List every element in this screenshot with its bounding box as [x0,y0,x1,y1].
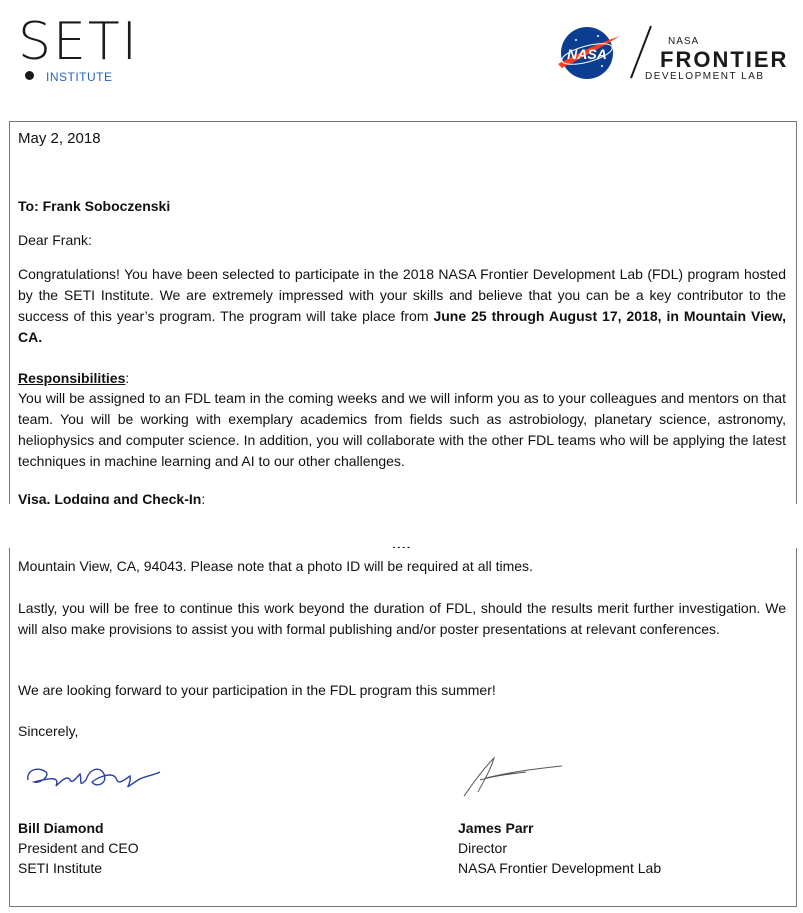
letter-recipient: To: Frank Soboczenski [18,198,171,214]
signatory-2-org: NASA Frontier Development Lab [458,860,662,876]
seti-logo: SETI [18,12,139,72]
letter-salutation: Dear Frank: [18,232,92,248]
visa-colon: : [201,491,206,504]
fdl-logo-title: FRONTIER [660,47,789,72]
visa-heading-line: Visa, Lodging and Check-In: [18,489,786,504]
letter-top-section: May 2, 2018 To: Frank Soboczenski Dear F… [9,121,797,504]
responsibilities-colon: : [125,370,130,386]
james-parr-signature [463,756,563,797]
nasa-logo: NASA [558,27,620,79]
lastly-paragraph: Lastly, you will be free to continue thi… [18,600,786,637]
visa-heading: Visa, Lodging and Check-In [18,491,202,504]
fdl-logo-nasa: NASA [668,36,700,47]
seti-logo-subtitle: INSTITUTE [46,70,113,84]
congratulations-paragraph: Congratulations! You have been selected … [18,264,786,348]
fdl-logo-subtitle: DEVELOPMENT LAB [645,71,765,82]
looking-forward-line: We are looking forward to your participa… [18,682,496,698]
responsibilities-heading-line: Responsibilities: [18,368,786,389]
responsibilities-paragraph: You will be assigned to an FDL team in t… [18,390,786,469]
letter-date: May 2, 2018 [18,130,101,147]
signatory-2-name: James Parr [458,820,534,836]
nasa-logo-text: NASA [567,46,607,62]
bill-diamond-signature [27,768,161,788]
responsibilities-heading: Responsibilities [18,370,126,386]
signatory-2-title: Director [458,840,508,856]
seti-logo-dot [25,71,34,80]
letter-closing: Sincerely, [18,723,79,739]
letter-bottom-section: Mountain View, CA, 94043. Please note th… [9,548,797,907]
address-line: Mountain View, CA, 94043. Please note th… [18,558,533,574]
